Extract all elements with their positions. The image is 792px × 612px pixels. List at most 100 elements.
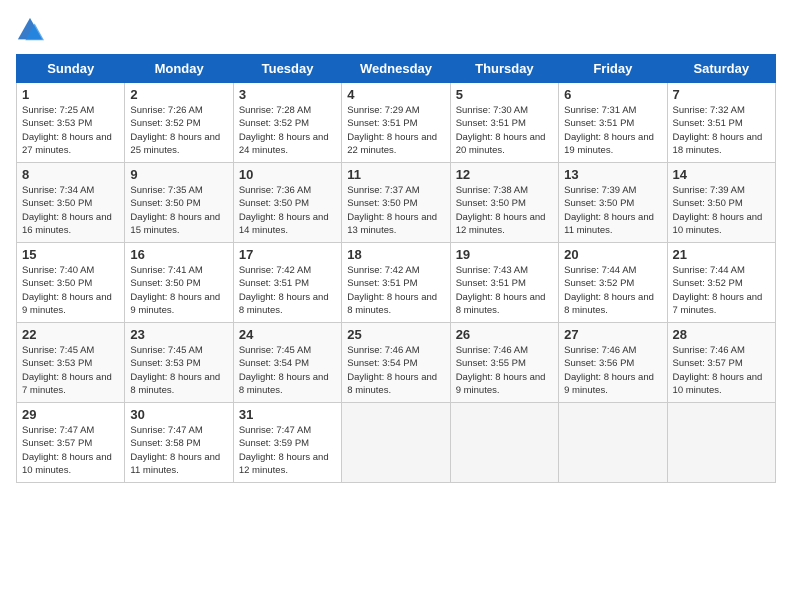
table-row <box>450 403 558 483</box>
day-info: Sunrise: 7:37 AMSunset: 3:50 PMDaylight:… <box>347 184 444 237</box>
day-info: Sunrise: 7:32 AMSunset: 3:51 PMDaylight:… <box>673 104 770 157</box>
table-row: 3 Sunrise: 7:28 AMSunset: 3:52 PMDaylight… <box>233 83 341 163</box>
table-row: 27Sunrise: 7:46 AMSunset: 3:56 PMDayligh… <box>559 323 667 403</box>
day-number: 14 <box>673 167 770 182</box>
table-row: 15Sunrise: 7:40 AMSunset: 3:50 PMDayligh… <box>17 243 125 323</box>
day-info: Sunrise: 7:43 AMSunset: 3:51 PMDaylight:… <box>456 264 553 317</box>
table-row: 11 Sunrise: 7:37 AMSunset: 3:50 PMDayligh… <box>342 163 450 243</box>
day-number: 10 <box>239 167 336 182</box>
day-number: 13 <box>564 167 661 182</box>
day-number: 9 <box>130 167 227 182</box>
calendar-week-row: 1 Sunrise: 7:25 AMSunset: 3:53 PMDaylight… <box>17 83 776 163</box>
calendar-week-row: 29 Sunrise: 7:47 AMSunset: 3:57 PMDayligh… <box>17 403 776 483</box>
table-row: 9 Sunrise: 7:35 AMSunset: 3:50 PMDaylight… <box>125 163 233 243</box>
day-info: Sunrise: 7:25 AMSunset: 3:53 PMDaylight:… <box>22 104 119 157</box>
day-info: Sunrise: 7:46 AMSunset: 3:56 PMDaylight:… <box>564 344 661 397</box>
day-number: 25 <box>347 327 444 342</box>
col-saturday: Saturday <box>667 55 775 83</box>
day-info: Sunrise: 7:44 AMSunset: 3:52 PMDaylight:… <box>564 264 661 317</box>
day-info: Sunrise: 7:47 AMSunset: 3:57 PMDaylight:… <box>22 424 119 477</box>
day-number: 29 <box>22 407 119 422</box>
day-info: Sunrise: 7:39 AMSunset: 3:50 PMDaylight:… <box>673 184 770 237</box>
day-number: 23 <box>130 327 227 342</box>
table-row: 29 Sunrise: 7:47 AMSunset: 3:57 PMDayligh… <box>17 403 125 483</box>
day-number: 30 <box>130 407 227 422</box>
table-row: 12 Sunrise: 7:38 AMSunset: 3:50 PMDayligh… <box>450 163 558 243</box>
calendar-table: Sunday Monday Tuesday Wednesday Thursday… <box>16 54 776 483</box>
table-row: 14 Sunrise: 7:39 AMSunset: 3:50 PMDayligh… <box>667 163 775 243</box>
table-row <box>559 403 667 483</box>
day-number: 21 <box>673 247 770 262</box>
col-sunday: Sunday <box>17 55 125 83</box>
table-row: 2 Sunrise: 7:26 AMSunset: 3:52 PMDaylight… <box>125 83 233 163</box>
day-info: Sunrise: 7:31 AMSunset: 3:51 PMDaylight:… <box>564 104 661 157</box>
table-row: 6 Sunrise: 7:31 AMSunset: 3:51 PMDaylight… <box>559 83 667 163</box>
table-row: 1 Sunrise: 7:25 AMSunset: 3:53 PMDaylight… <box>17 83 125 163</box>
col-wednesday: Wednesday <box>342 55 450 83</box>
day-number: 1 <box>22 87 119 102</box>
table-row: 13 Sunrise: 7:39 AMSunset: 3:50 PMDayligh… <box>559 163 667 243</box>
day-number: 24 <box>239 327 336 342</box>
table-row: 5Sunrise: 7:30 AMSunset: 3:51 PMDaylight… <box>450 83 558 163</box>
table-row: 19Sunrise: 7:43 AMSunset: 3:51 PMDayligh… <box>450 243 558 323</box>
day-number: 20 <box>564 247 661 262</box>
day-number: 5 <box>456 87 553 102</box>
table-row: 7 Sunrise: 7:32 AMSunset: 3:51 PMDaylight… <box>667 83 775 163</box>
calendar-week-row: 15Sunrise: 7:40 AMSunset: 3:50 PMDayligh… <box>17 243 776 323</box>
table-row: 24 Sunrise: 7:45 AMSunset: 3:54 PMDayligh… <box>233 323 341 403</box>
day-number: 26 <box>456 327 553 342</box>
table-row: 17 Sunrise: 7:42 AMSunset: 3:51 PMDayligh… <box>233 243 341 323</box>
table-row: 4 Sunrise: 7:29 AMSunset: 3:51 PMDaylight… <box>342 83 450 163</box>
day-info: Sunrise: 7:45 AMSunset: 3:53 PMDaylight:… <box>22 344 119 397</box>
col-friday: Friday <box>559 55 667 83</box>
day-number: 28 <box>673 327 770 342</box>
day-info: Sunrise: 7:28 AMSunset: 3:52 PMDaylight:… <box>239 104 336 157</box>
day-number: 15 <box>22 247 119 262</box>
table-row <box>667 403 775 483</box>
day-number: 6 <box>564 87 661 102</box>
day-info: Sunrise: 7:46 AMSunset: 3:54 PMDaylight:… <box>347 344 444 397</box>
table-row: 25 Sunrise: 7:46 AMSunset: 3:54 PMDayligh… <box>342 323 450 403</box>
table-row <box>342 403 450 483</box>
day-info: Sunrise: 7:42 AMSunset: 3:51 PMDaylight:… <box>347 264 444 317</box>
day-number: 2 <box>130 87 227 102</box>
table-row: 10 Sunrise: 7:36 AMSunset: 3:50 PMDayligh… <box>233 163 341 243</box>
day-number: 3 <box>239 87 336 102</box>
day-number: 11 <box>347 167 444 182</box>
day-info: Sunrise: 7:26 AMSunset: 3:52 PMDaylight:… <box>130 104 227 157</box>
col-monday: Monday <box>125 55 233 83</box>
day-info: Sunrise: 7:38 AMSunset: 3:50 PMDaylight:… <box>456 184 553 237</box>
day-info: Sunrise: 7:47 AMSunset: 3:59 PMDaylight:… <box>239 424 336 477</box>
table-row: 21Sunrise: 7:44 AMSunset: 3:52 PMDayligh… <box>667 243 775 323</box>
day-info: Sunrise: 7:35 AMSunset: 3:50 PMDaylight:… <box>130 184 227 237</box>
page-header <box>16 16 776 44</box>
day-info: Sunrise: 7:34 AMSunset: 3:50 PMDaylight:… <box>22 184 119 237</box>
day-number: 31 <box>239 407 336 422</box>
day-number: 7 <box>673 87 770 102</box>
table-row: 30Sunrise: 7:47 AMSunset: 3:58 PMDayligh… <box>125 403 233 483</box>
day-info: Sunrise: 7:42 AMSunset: 3:51 PMDaylight:… <box>239 264 336 317</box>
table-row: 31 Sunrise: 7:47 AMSunset: 3:59 PMDayligh… <box>233 403 341 483</box>
day-info: Sunrise: 7:45 AMSunset: 3:53 PMDaylight:… <box>130 344 227 397</box>
col-tuesday: Tuesday <box>233 55 341 83</box>
day-info: Sunrise: 7:46 AMSunset: 3:57 PMDaylight:… <box>673 344 770 397</box>
day-number: 4 <box>347 87 444 102</box>
calendar-week-row: 8 Sunrise: 7:34 AMSunset: 3:50 PMDaylight… <box>17 163 776 243</box>
day-info: Sunrise: 7:39 AMSunset: 3:50 PMDaylight:… <box>564 184 661 237</box>
day-number: 18 <box>347 247 444 262</box>
day-info: Sunrise: 7:45 AMSunset: 3:54 PMDaylight:… <box>239 344 336 397</box>
calendar-header-row: Sunday Monday Tuesday Wednesday Thursday… <box>17 55 776 83</box>
day-info: Sunrise: 7:29 AMSunset: 3:51 PMDaylight:… <box>347 104 444 157</box>
table-row: 26 Sunrise: 7:46 AMSunset: 3:55 PMDayligh… <box>450 323 558 403</box>
day-number: 16 <box>130 247 227 262</box>
day-number: 17 <box>239 247 336 262</box>
logo <box>16 16 48 44</box>
day-info: Sunrise: 7:41 AMSunset: 3:50 PMDaylight:… <box>130 264 227 317</box>
table-row: 18 Sunrise: 7:42 AMSunset: 3:51 PMDayligh… <box>342 243 450 323</box>
day-number: 12 <box>456 167 553 182</box>
day-info: Sunrise: 7:36 AMSunset: 3:50 PMDaylight:… <box>239 184 336 237</box>
day-number: 8 <box>22 167 119 182</box>
day-info: Sunrise: 7:46 AMSunset: 3:55 PMDaylight:… <box>456 344 553 397</box>
calendar-week-row: 22Sunrise: 7:45 AMSunset: 3:53 PMDayligh… <box>17 323 776 403</box>
table-row: 16 Sunrise: 7:41 AMSunset: 3:50 PMDayligh… <box>125 243 233 323</box>
